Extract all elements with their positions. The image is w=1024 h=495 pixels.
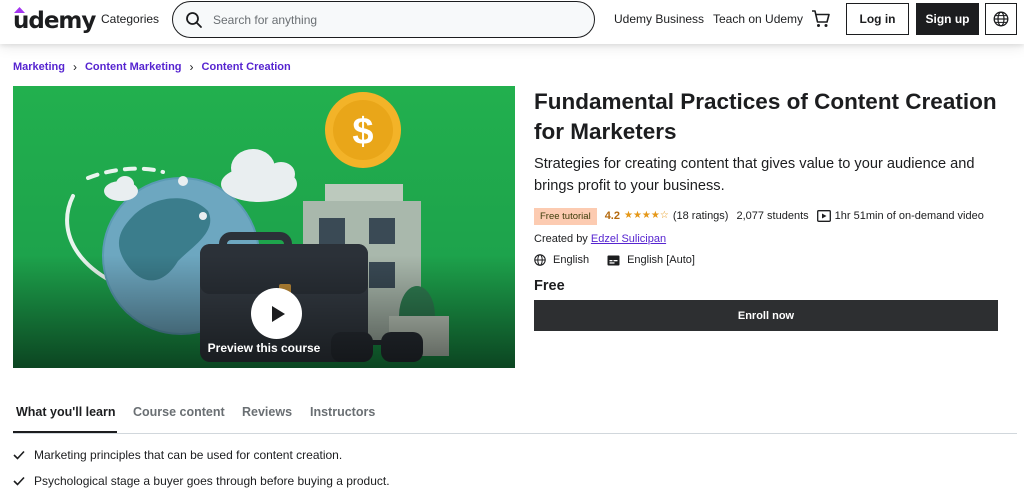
globe-icon bbox=[534, 254, 546, 266]
udemy-logo[interactable]: udemy bbox=[13, 6, 96, 36]
star-icon: ★ bbox=[650, 210, 660, 221]
learn-item-text: Marketing principles that can be used fo… bbox=[34, 447, 343, 462]
logo-text: udemy bbox=[13, 8, 96, 34]
active-tab-indicator bbox=[13, 431, 117, 433]
preview-course-label[interactable]: Preview this course bbox=[13, 341, 515, 355]
course-subtitle: Strategies for creating content that giv… bbox=[534, 156, 975, 194]
captions-icon bbox=[607, 255, 620, 265]
video-duration: 1hr 51min of on-demand video bbox=[834, 210, 984, 222]
tab-instructors[interactable]: Instructors bbox=[310, 405, 375, 419]
instructor-link[interactable]: Edzel Sulicipan bbox=[591, 233, 666, 245]
globe-icon bbox=[993, 11, 1009, 27]
learn-item-text: Psychological stage a buyer goes through… bbox=[34, 473, 390, 488]
search-bar[interactable] bbox=[172, 1, 595, 38]
search-input[interactable] bbox=[213, 10, 583, 30]
check-icon bbox=[13, 450, 25, 460]
teach-on-udemy-link[interactable]: Teach on Udemy bbox=[713, 12, 803, 26]
categories-menu[interactable]: Categories bbox=[101, 12, 159, 26]
tab-what-youll-learn[interactable]: What you'll learn bbox=[16, 405, 116, 419]
course-title: Fundamental Practices of Content Creatio… bbox=[534, 89, 997, 144]
rating-value: 4.2 bbox=[604, 210, 620, 222]
tab-course-content[interactable]: Course content bbox=[133, 405, 225, 419]
rating-stars: ★ ★ ★ ★ ☆ bbox=[624, 211, 669, 221]
learn-list: Marketing principles that can be used fo… bbox=[13, 446, 390, 495]
course-languages: English English [Auto] bbox=[534, 254, 695, 266]
cart-icon[interactable] bbox=[811, 9, 831, 29]
created-by: Created by Edzel Sulicipan bbox=[534, 233, 666, 245]
list-item: Marketing principles that can be used fo… bbox=[13, 446, 390, 463]
star-icon: ★ bbox=[641, 210, 651, 221]
course-tabs: What you'll learn Course content Reviews… bbox=[13, 398, 1017, 434]
check-icon bbox=[13, 476, 25, 486]
breadcrumb-marketing[interactable]: Marketing bbox=[13, 61, 65, 73]
breadcrumb: Marketing › Content Marketing › Content … bbox=[13, 60, 291, 74]
top-header: udemy Categories Udemy Business Teach on… bbox=[0, 0, 1024, 44]
course-meta: Free tutorial 4.2 ★ ★ ★ ★ ☆ (18 ratings) 2,0… bbox=[534, 207, 984, 225]
course-preview[interactable]: $ Preview this course bbox=[13, 86, 515, 368]
tab-reviews[interactable]: Reviews bbox=[242, 405, 292, 419]
students-count: 2,077 students bbox=[736, 210, 809, 222]
list-item: Psychological stage a buyer goes through… bbox=[13, 472, 390, 489]
play-icon[interactable] bbox=[251, 288, 302, 339]
chevron-right-icon: › bbox=[189, 60, 194, 74]
login-button[interactable]: Log in bbox=[846, 3, 909, 35]
enroll-now-button[interactable]: Enroll now bbox=[534, 300, 998, 331]
search-icon[interactable] bbox=[185, 11, 203, 29]
ratings-count[interactable]: (18 ratings) bbox=[673, 210, 729, 222]
language-button[interactable] bbox=[985, 3, 1017, 35]
star-icon: ★ bbox=[632, 210, 642, 221]
course-captions: English [Auto] bbox=[627, 254, 695, 266]
logo-cap-icon bbox=[14, 7, 25, 13]
star-icon: ★ bbox=[623, 210, 633, 221]
video-icon bbox=[816, 210, 831, 222]
breadcrumb-content-creation[interactable]: Content Creation bbox=[202, 61, 291, 73]
course-price: Free bbox=[534, 278, 565, 294]
star-empty-icon: ☆ bbox=[659, 210, 669, 221]
free-tutorial-badge: Free tutorial bbox=[534, 207, 597, 225]
chevron-right-icon: › bbox=[72, 60, 77, 74]
created-by-label: Created by bbox=[534, 233, 588, 245]
course-language: English bbox=[553, 254, 590, 266]
signup-button[interactable]: Sign up bbox=[916, 3, 979, 35]
udemy-business-link[interactable]: Udemy Business bbox=[614, 12, 704, 26]
breadcrumb-content-marketing[interactable]: Content Marketing bbox=[85, 61, 182, 73]
